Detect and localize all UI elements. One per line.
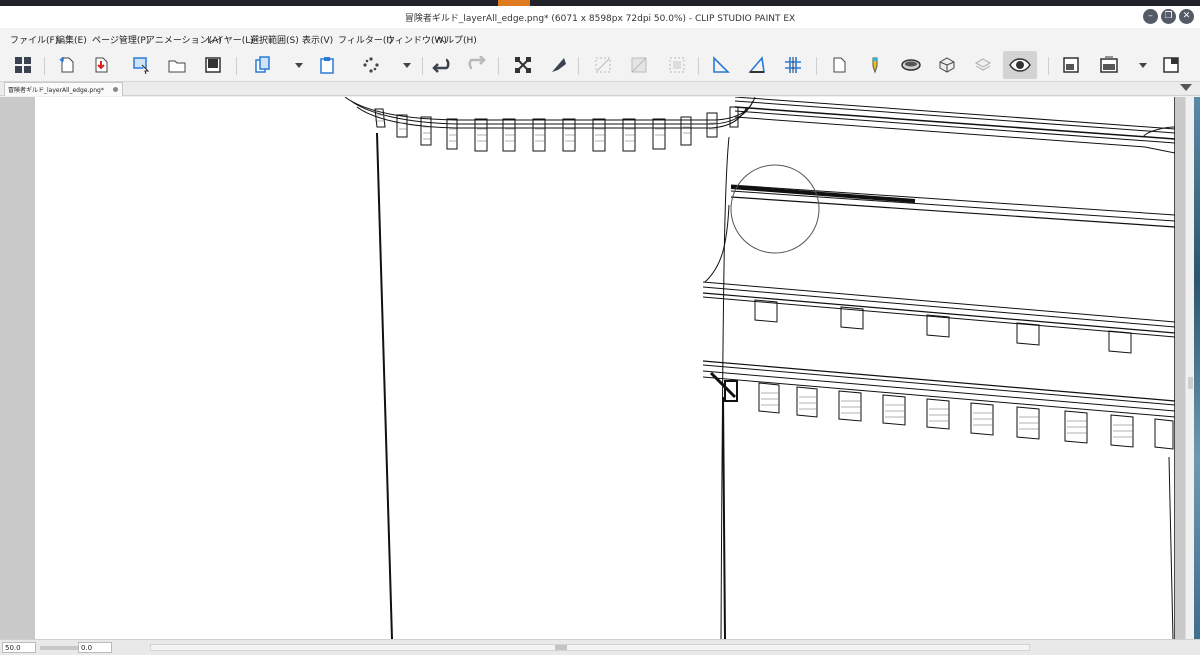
background-desktop-edge [1194,97,1200,639]
ruler-off-icon[interactable] [592,54,614,76]
toolbar-separator [698,57,699,75]
document-tab[interactable]: 冒険者ギルド_layerAll_edge.png* [4,82,123,96]
window-title: 冒険者ギルド_layerAll_edge.png* (6071 x 8598px… [404,14,796,24]
ellipse-icon[interactable] [900,54,922,76]
canvas-area[interactable] [0,97,1200,639]
toolbar-separator [422,57,423,75]
3d-icon[interactable] [936,54,958,76]
minimize-button[interactable]: – [1143,9,1158,24]
toolbar-separator [498,57,499,75]
zoom-field[interactable]: 50.0 [2,642,36,653]
perspective-ruler-icon[interactable] [710,54,732,76]
menu-bar: ファイル(F) 編集(E) ページ管理(P) アニメーション(A) レイヤー(L… [0,28,1200,48]
redo-icon[interactable] [466,54,488,76]
toolbar-separator [578,57,579,75]
open-folder-icon[interactable] [166,54,188,76]
menu-help[interactable]: ヘルプ(H) [436,33,477,46]
paste-icon[interactable] [316,54,338,76]
status-bar: 50.0 0.0 [0,639,1200,655]
menu-view[interactable]: 表示(V) [302,33,333,46]
close-button[interactable]: ✕ [1179,9,1194,24]
restore-button[interactable]: ❐ [1161,9,1176,24]
toolbar-separator [44,57,45,75]
toolbar-separator [236,57,237,75]
app-grid-icon[interactable] [12,54,34,76]
document-tab-bar: 冒険者ギルド_layerAll_edge.png* [0,82,1200,96]
dropdown-icon[interactable] [396,54,418,76]
tab-list-chevron-icon[interactable] [1180,84,1192,91]
menu-layer[interactable]: レイヤー(L) [206,33,254,46]
app-window: 冒険者ギルド_layerAll_edge.png* (6071 x 8598px… [0,6,1200,655]
toolbar-separator [1048,57,1049,75]
dropdown-icon[interactable] [1132,54,1154,76]
new-page-icon[interactable] [828,54,850,76]
layers-icon[interactable] [972,54,994,76]
panel-icon[interactable] [1160,54,1182,76]
rotation-field[interactable]: 0.0 [78,642,112,653]
grid-ruler-icon[interactable] [782,54,804,76]
menu-filter[interactable]: フィルター(I) [338,33,393,46]
canvas-page[interactable] [35,97,1175,639]
menu-edit[interactable]: 編集(E) [56,33,87,46]
toolbar-separator [816,57,817,75]
marker-icon[interactable] [864,54,886,76]
fill-icon[interactable] [628,54,650,76]
dropdown-icon[interactable] [288,54,310,76]
horizontal-scrollbar[interactable] [150,644,1030,651]
new-file-icon[interactable] [56,54,78,76]
line-art-drawing [344,97,1175,639]
pen-icon[interactable] [548,54,570,76]
tab-modified-dot-icon[interactable] [112,87,118,92]
vertical-scrollbar[interactable] [1185,97,1194,639]
save-icon[interactable] [202,54,224,76]
ruler-icon[interactable] [746,54,768,76]
menu-file[interactable]: ファイル(F) [10,33,58,46]
document-tab-label: 冒険者ギルド_layerAll_edge.png* [8,87,104,94]
window-controls: – ❐ ✕ [1143,9,1194,24]
copy-icon[interactable] [252,54,274,76]
transform-icon[interactable] [512,54,534,76]
eye-icon[interactable] [1003,51,1037,79]
select-window-icon[interactable] [130,54,152,76]
import-icon[interactable] [90,54,112,76]
undo-icon[interactable] [430,54,452,76]
scatter-icon[interactable] [360,54,382,76]
frame-icon[interactable] [1098,54,1120,76]
menu-page[interactable]: ページ管理(P) [92,33,149,46]
horizontal-scroll-thumb[interactable] [555,645,567,650]
title-bar: 冒険者ギルド_layerAll_edge.png* (6071 x 8598px… [0,6,1200,28]
vertical-scroll-thumb[interactable] [1188,377,1193,389]
menu-selection[interactable]: 選択範囲(S) [250,33,299,46]
command-bar [0,48,1200,82]
navigator-icon[interactable] [1060,54,1082,76]
selection-off-icon[interactable] [666,54,688,76]
